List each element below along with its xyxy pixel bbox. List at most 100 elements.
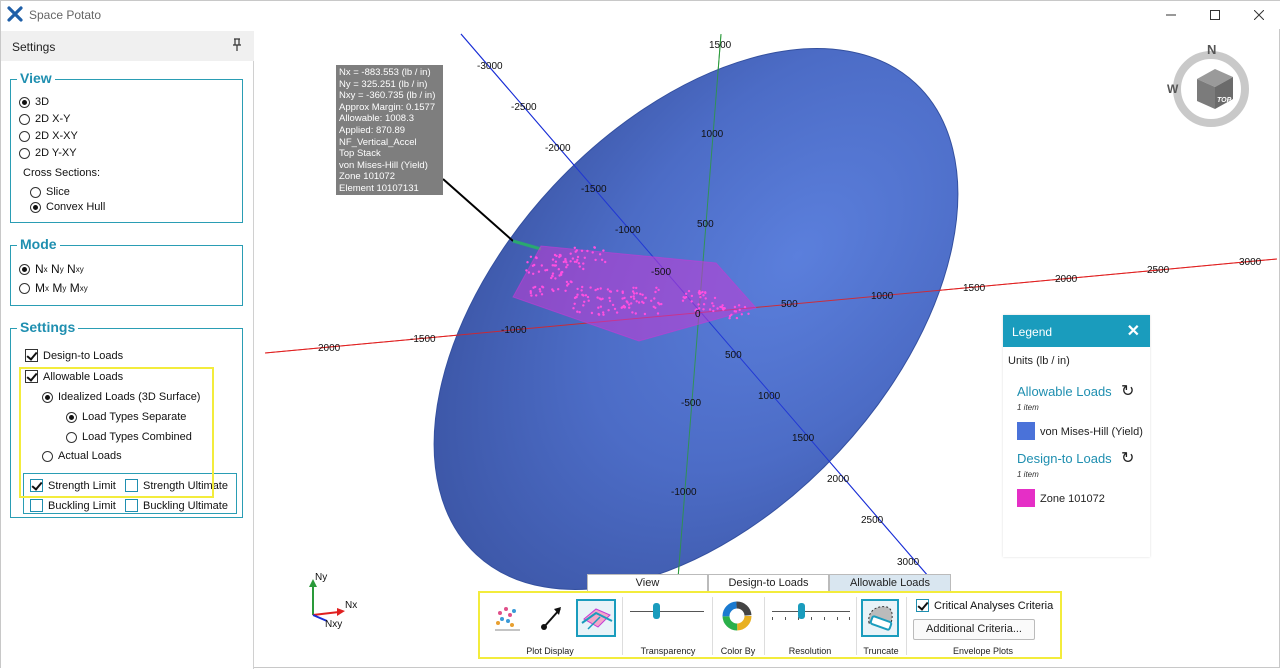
- plot-display-label: Plot Display: [526, 646, 574, 656]
- resolution-slider-thumb[interactable]: [798, 603, 805, 619]
- color-by-label: Color By: [720, 646, 756, 656]
- ny-tick-label: 2000: [827, 474, 850, 485]
- load-point: [560, 273, 563, 276]
- truncate-button[interactable]: [861, 599, 899, 637]
- ny-tick-label: -500: [651, 267, 671, 278]
- maximize-button[interactable]: [1193, 1, 1237, 29]
- load-point: [576, 258, 579, 262]
- nx-tick-label: 2500: [1147, 265, 1170, 276]
- transparency-slider-thumb[interactable]: [653, 603, 660, 619]
- load-point: [712, 309, 715, 313]
- surface-display-button[interactable]: [576, 599, 616, 637]
- load-point: [627, 303, 631, 306]
- load-point: [608, 299, 612, 303]
- radio-icon: [19, 130, 30, 142]
- nxy-tick-label: 1000: [701, 129, 724, 140]
- load-point: [690, 300, 693, 303]
- nxy-tick-label: -1000: [671, 487, 697, 498]
- legend-close-icon[interactable]: ✕: [1127, 321, 1140, 341]
- view-option-2d-x-xy[interactable]: 2D X-XY: [19, 130, 78, 142]
- tooltip-line: Zone 101072: [339, 171, 395, 183]
- tab-design-to-loads[interactable]: Design-to Loads: [708, 574, 829, 591]
- load-point: [722, 308, 725, 311]
- load-point: [551, 272, 555, 275]
- load-point: [576, 310, 579, 313]
- load-point: [611, 303, 615, 307]
- critical-analyses-checkbox[interactable]: Critical Analyses Criteria: [916, 599, 1053, 612]
- load-point: [602, 249, 605, 252]
- load-point: [738, 308, 741, 312]
- design-to-loads-checkbox[interactable]: Design-to Loads: [25, 349, 123, 362]
- load-point: [538, 288, 541, 291]
- refresh-icon[interactable]: ↻: [1121, 381, 1134, 401]
- radio-icon: [19, 96, 30, 108]
- load-point: [555, 254, 558, 258]
- load-point: [569, 260, 572, 263]
- mode-option-n[interactable]: Nx Ny Nxy: [19, 262, 84, 276]
- load-point: [631, 311, 634, 314]
- legend-allowable-title: Allowable Loads: [1017, 384, 1112, 399]
- nx-tick-label: 500: [781, 299, 798, 310]
- ny-tick-label: 1000: [758, 391, 781, 402]
- load-point: [550, 276, 553, 280]
- legend-allowable-count: 1 item: [1017, 403, 1039, 412]
- load-point: [582, 267, 585, 271]
- mode-option-m[interactable]: Mx My Mxy: [19, 281, 88, 295]
- load-point: [544, 269, 547, 272]
- radio-icon: [19, 282, 30, 294]
- load-point: [740, 313, 743, 316]
- load-point: [539, 290, 542, 293]
- view-option-2d-y-xy[interactable]: 2D Y-XY: [19, 147, 77, 159]
- additional-criteria-button[interactable]: Additional Criteria...: [913, 619, 1035, 640]
- cross-sections-label: Cross Sections:: [23, 167, 101, 179]
- load-point: [634, 312, 637, 315]
- load-point: [747, 312, 750, 315]
- load-point: [572, 307, 575, 310]
- cross-section-convex-hull[interactable]: Convex Hull: [30, 201, 105, 213]
- ny-tick-label: -3000: [477, 61, 503, 72]
- load-point: [527, 271, 531, 274]
- load-point: [653, 297, 656, 300]
- buckling-ultimate-checkbox[interactable]: Buckling Ultimate: [125, 499, 228, 512]
- load-point: [554, 260, 558, 263]
- pin-icon[interactable]: [231, 38, 243, 52]
- view-option-2d-x-y[interactable]: 2D X-Y: [19, 113, 70, 125]
- tab-allowable-loads[interactable]: Allowable Loads: [829, 574, 951, 591]
- scatter-plot-icon[interactable]: [492, 603, 522, 633]
- triad-nx-head: [337, 608, 345, 616]
- view-cube-compass[interactable]: N W TOP: [1163, 41, 1253, 131]
- close-button[interactable]: [1237, 1, 1280, 29]
- load-point: [623, 296, 626, 300]
- load-point: [704, 291, 707, 294]
- cross-section-slice[interactable]: Slice: [30, 186, 70, 198]
- load-point: [654, 290, 657, 294]
- load-point: [551, 274, 554, 277]
- color-wheel-icon[interactable]: [722, 601, 752, 631]
- load-point: [584, 294, 588, 297]
- tab-view[interactable]: View: [587, 574, 708, 591]
- load-point: [566, 263, 569, 267]
- refresh-icon[interactable]: ↻: [1121, 448, 1134, 468]
- load-point: [708, 308, 712, 311]
- vector-arrow-icon[interactable]: [538, 603, 566, 633]
- allowable-loads-ribbon: Plot Display Transparency Color By Resol…: [478, 591, 1062, 659]
- radio-icon: [30, 186, 41, 198]
- load-point: [537, 270, 541, 273]
- load-point: [596, 287, 599, 291]
- buckling-limit-checkbox[interactable]: Buckling Limit: [30, 499, 116, 512]
- tooltip-line: Nx = -883.553 (lb / in): [339, 67, 431, 78]
- load-point: [582, 294, 585, 297]
- close-icon: [1253, 9, 1265, 21]
- load-point: [602, 313, 605, 316]
- load-point: [685, 295, 688, 299]
- load-point: [681, 299, 685, 302]
- load-point: [635, 292, 638, 295]
- view-option-3d[interactable]: 3D: [19, 96, 49, 108]
- load-point: [615, 311, 619, 314]
- tooltip-line: Top Stack: [339, 148, 381, 160]
- resolution-slider-track: [772, 611, 850, 612]
- minimize-button[interactable]: [1149, 1, 1193, 29]
- load-point: [635, 286, 638, 290]
- tooltip-line: Nxy = -360.735 (lb / in): [339, 90, 436, 102]
- load-point: [650, 299, 653, 302]
